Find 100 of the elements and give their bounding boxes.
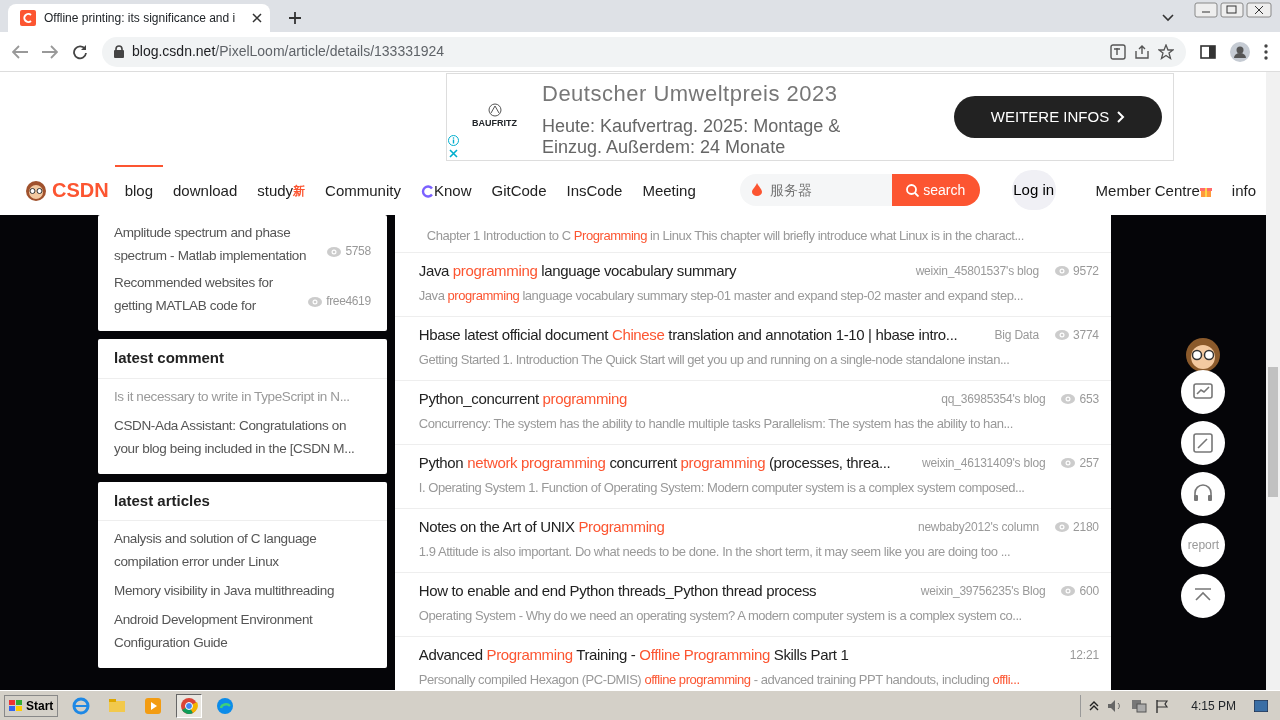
- article-summary: Concurrency: The system has the ability to handle multiple tasks Parallelism: The system has the ability to han...: [418, 414, 1013, 433]
- article-summary: Personally compiled Hexagon (PC-DMIS) offline programming - advanced training PPT handouts, including offli...: [418, 670, 1020, 689]
- headset-button[interactable]: [1181, 472, 1226, 516]
- flag-icon[interactable]: [1155, 698, 1170, 713]
- author-name: qq_36985354's blog: [941, 391, 1046, 409]
- reload-icon[interactable]: [72, 43, 88, 60]
- view-count: 9572: [1072, 263, 1099, 281]
- article-title[interactable]: Advanced Programming Training - Offline Programming Skills Part 1: [418, 644, 849, 667]
- back-icon[interactable]: [12, 44, 28, 59]
- address-bar[interactable]: blog.csdn.net/PixelLoom/article/details/133331924: [102, 36, 1186, 67]
- search-icon: [906, 183, 920, 197]
- article-summary: 1.9 Attitude is also important. Do what needs to be done. In the short term, it may seem like you are doing too ...: [418, 542, 1011, 561]
- article-summary: Operating System - Why do we need an operating system? A modern computer system is a complex system co...: [418, 606, 1022, 625]
- edit-icon: [1192, 432, 1215, 454]
- author-name: 12:21: [1069, 647, 1099, 665]
- eye-icon: [308, 296, 323, 307]
- tab-title: Offline printing: its significance and i: [44, 10, 237, 27]
- mascot-icon: [24, 179, 48, 201]
- article-link[interactable]: Memory visibility in Java multithreading: [98, 579, 387, 602]
- nav-link[interactable]: info: [1221, 165, 1266, 215]
- translate-icon[interactable]: [1110, 43, 1126, 60]
- article-title[interactable]: Java programming language vocabulary summary: [418, 260, 737, 283]
- view-count: 600: [1079, 583, 1099, 601]
- view-count: 653: [1079, 391, 1099, 409]
- view-count: 3774: [1072, 327, 1099, 345]
- ad-banner[interactable]: BAUFRITZ Deutscher Umweltpreis 2023 Heute: Kaufvertrag. 2025: Montage & Einzug. Außerdem: 24 Monate WEITERE INFOS: [446, 73, 1174, 161]
- ad-button[interactable]: WEITERE INFOS: [954, 96, 1162, 138]
- chevron-right-icon: [1117, 111, 1126, 123]
- menu-icon[interactable]: [1264, 43, 1268, 60]
- nav-link[interactable]: Know: [410, 165, 482, 215]
- view-count: 257: [1079, 455, 1099, 473]
- new-tab-icon[interactable]: [288, 11, 302, 25]
- author-name: weixin_39756235's Blog: [920, 583, 1046, 601]
- edit-button[interactable]: [1181, 421, 1226, 465]
- eye-icon: [1061, 586, 1076, 597]
- c-logo-icon: [420, 184, 434, 198]
- article-link[interactable]: Android Development Environment Configuration Guide: [98, 608, 387, 654]
- eye-icon: [327, 246, 342, 257]
- taskbar-app[interactable]: [176, 693, 203, 718]
- chrome-icon: [180, 696, 199, 715]
- chevron-down-icon[interactable]: [1162, 14, 1174, 22]
- clock[interactable]: 4:15 PM: [1191, 696, 1236, 715]
- eye-icon: [1054, 330, 1069, 341]
- author-name: weixin_46131409's blog: [922, 455, 1046, 473]
- brand-name: BAUFRITZ: [472, 117, 517, 131]
- article-title[interactable]: Python network programming concurrent programming (processes, threa...: [418, 452, 891, 475]
- view-count: 2180: [1072, 519, 1099, 537]
- eye-icon: [1061, 394, 1076, 405]
- info-icon[interactable]: [448, 135, 459, 146]
- section-title: latest comment: [98, 339, 387, 379]
- browser-tab[interactable]: Offline printing: its significance and i: [8, 4, 270, 32]
- window-controls-icon[interactable]: [1194, 2, 1272, 18]
- nav-link[interactable]: InsCode: [556, 165, 633, 215]
- article-title[interactable]: Python_concurrent programming: [418, 388, 628, 411]
- share-icon[interactable]: [1134, 43, 1150, 60]
- article-summary: Getting Started 1. Introduction The Quick Start will get you up and running on a single-node standalone instan...: [418, 350, 1010, 369]
- profile-icon[interactable]: [1230, 41, 1250, 62]
- close-icon[interactable]: [252, 13, 262, 23]
- folder-icon: [108, 696, 127, 715]
- nav-link[interactable]: Meeting: [632, 165, 706, 215]
- side-panel-icon[interactable]: [1200, 44, 1216, 59]
- media-player-icon: [144, 696, 163, 715]
- member-centre-link[interactable]: Member Centre: [1085, 165, 1222, 215]
- article-link[interactable]: Analysis and solution of C language compilation error under Linux: [98, 527, 387, 573]
- show-desktop-icon[interactable]: [1254, 699, 1268, 712]
- star-icon[interactable]: [1158, 43, 1174, 60]
- article-link[interactable]: Amplitude spectrum and phase spectrum - Matlab implementation: [114, 221, 320, 267]
- author-name: newbaby2012's column: [917, 519, 1039, 537]
- author-name: Big Data: [994, 327, 1039, 345]
- scrollbar[interactable]: [1266, 72, 1280, 690]
- article-summary: Java programming language vocabulary summary step-01 master and expand step-02 master and expand step...: [418, 286, 1024, 305]
- login-button[interactable]: Log in: [1011, 170, 1056, 210]
- article-title[interactable]: Hbase latest official document Chinese translation and annotation 1-10 | hbase intro...: [418, 324, 958, 347]
- back-to-top-button[interactable]: [1181, 574, 1226, 618]
- comment-text[interactable]: CSDN-Ada Assistant: Congratulations on your blog being included in the [CSDN M...: [98, 413, 387, 460]
- internet-explorer-icon: [72, 696, 91, 715]
- brand-logo-icon: [487, 103, 502, 118]
- ad-headline: Deutscher Umweltpreis 2023: [542, 79, 839, 108]
- author-name: weixin_45801537's blog: [915, 263, 1039, 281]
- article-summary: Chapter 1 Introduction to C Programming in Linux This chapter will briefly introduce what Linux is in the charact...: [426, 227, 1024, 245]
- edge-icon: [216, 696, 235, 715]
- chart-button[interactable]: [1181, 370, 1226, 414]
- nav-link[interactable]: GitCode: [481, 165, 557, 215]
- section-title: latest articles: [98, 481, 387, 521]
- eye-icon: [1061, 458, 1076, 469]
- gift-icon: [1199, 185, 1212, 197]
- network-icon[interactable]: [1131, 698, 1148, 713]
- nav-link[interactable]: study新: [247, 165, 316, 215]
- site-icon: [20, 10, 36, 26]
- nav-link[interactable]: Community: [315, 165, 411, 215]
- view-count: 5758: [345, 243, 371, 260]
- article-summary: I. Operating System 1. Function of Operating System: Modern computer system is a complex system composed...: [418, 478, 1025, 497]
- start-button[interactable]: Start: [4, 694, 59, 717]
- show-hidden-icon[interactable]: [1089, 700, 1100, 711]
- nav-link[interactable]: download: [163, 165, 248, 215]
- eye-icon: [1054, 266, 1069, 277]
- article-title[interactable]: Notes on the Art of UNIX Programming: [418, 516, 665, 539]
- article-link[interactable]: Recommended websites for getting MATLAB code for: [114, 271, 301, 317]
- article-title[interactable]: How to enable and end Python threads_Python thread process: [418, 580, 817, 603]
- forward-icon[interactable]: [42, 44, 58, 59]
